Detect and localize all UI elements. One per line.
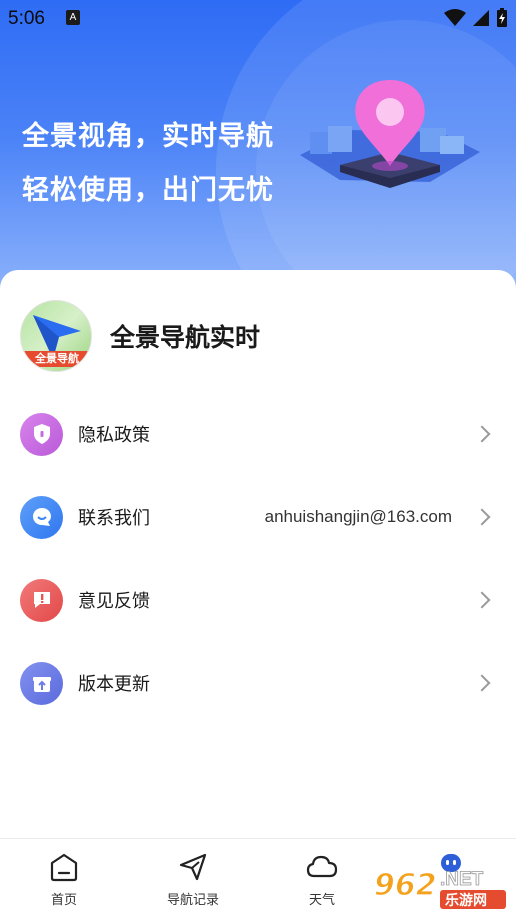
chevron-right-icon [473,674,491,692]
watermark-logo: 962 .NET 乐游网 [373,867,506,909]
menu-item-privacy-policy[interactable]: 隐私政策 [0,404,516,464]
cloud-icon [306,855,338,878]
app-profile: 全景导航 全景导航实时 [20,300,260,372]
hero-slogan-line2: 轻松使用，出门无忧 [22,175,274,206]
status-notification-icon: A [66,10,80,25]
tab-navigation-history[interactable]: 导航记录 [143,851,243,911]
navigation-icon [179,853,207,881]
svg-text:乐游网: 乐游网 [445,892,487,909]
tab-label: 首页 [50,893,77,908]
home-icon [50,853,78,882]
status-icons [444,8,508,28]
menu-label: 隐私政策 [78,425,150,446]
tab-weather[interactable]: 天气 [272,851,372,911]
chevron-right-icon [473,508,491,526]
menu-label: 版本更新 [78,674,150,695]
hero-slogan-line1: 全景视角，实时导航 [22,121,274,152]
shield-icon [20,412,63,456]
tab-label: 天气 [308,893,335,908]
svg-text:.NET: .NET [440,869,484,890]
battery-icon [497,8,507,27]
hero-slogan: 全景视角，实时导航 轻松使用，出门无忧 [22,110,274,218]
settings-card: 全景导航 全景导航实时 隐私政策 联系我们 anhuishangjin@163.… [0,270,516,840]
app-name: 全景导航实时 [110,323,261,352]
signal-icon [473,10,489,26]
site-watermark: 962 .NET 乐游网 [372,863,510,911]
menu-label: 意见反馈 [78,591,150,612]
chat-icon [20,495,63,539]
status-time: 5:06 [8,8,45,29]
app-logo: 全景导航 [20,300,92,372]
feedback-icon [20,578,63,622]
svg-text:962: 962 [374,868,437,903]
map-pin-illustration [300,80,480,188]
menu-item-version-update[interactable]: 版本更新 [0,653,516,713]
status-bar: 5:06 A [0,0,516,36]
tab-home[interactable]: 首页 [14,851,114,911]
chevron-right-icon [473,591,491,609]
gift-icon [20,661,63,705]
chevron-right-icon [473,425,491,443]
menu-item-contact-us[interactable]: 联系我们 anhuishangjin@163.com [0,487,516,547]
bottom-tab-bar: 首页 导航记录 天气 962 .NET 乐游网 [0,838,516,917]
tab-label: 导航记录 [166,893,219,908]
app-logo-ribbon: 全景导航 [21,351,91,367]
contact-email: anhuishangjin@163.com [264,507,452,526]
menu-label: 联系我们 [78,508,150,529]
hero-banner: 5:06 A 全景视角，实时导航 轻松使用，出门无忧 [0,0,516,300]
wifi-icon [444,9,466,26]
menu-item-feedback[interactable]: 意见反馈 [0,570,516,630]
